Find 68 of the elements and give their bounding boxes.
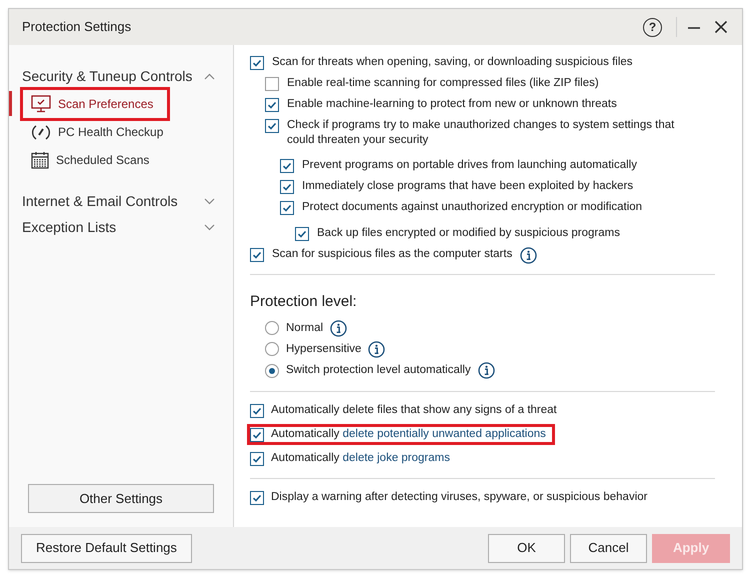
option-label: Scan for threats when opening, saving, or downloading suspicious files: [272, 55, 633, 70]
chevron-up-icon[interactable]: [204, 73, 215, 80]
checkbox[interactable]: [250, 452, 264, 466]
option-label: Automatically delete files that show any signs of a threat: [271, 403, 557, 418]
help-button[interactable]: ?: [643, 18, 662, 36]
checkbox[interactable]: [280, 159, 294, 173]
window-title: Protection Settings: [22, 18, 132, 36]
checkbox[interactable]: [265, 119, 279, 133]
checkmark-icon: [252, 492, 262, 503]
gauge-icon: [31, 122, 51, 140]
option-label: Check if programs try to make unauthorized changes to system settings that could threaten your security: [287, 118, 676, 148]
sidebar-item[interactable]: Scan Preferences: [20, 86, 170, 120]
checkmark-icon: [297, 229, 307, 239]
option-label: Enable real-time scanning for compressed files (like ZIP files): [287, 76, 599, 91]
checkmark-icon: [267, 100, 277, 110]
info-icon[interactable]: [368, 340, 386, 358]
checkmark-icon: [252, 250, 262, 260]
checkbox[interactable]: [250, 56, 264, 70]
ok-button[interactable]: OK: [488, 534, 565, 562]
radio-button[interactable]: [265, 321, 279, 336]
checkmark-icon: [252, 430, 262, 440]
option-label: Normal: [286, 320, 324, 336]
option-label: Prevent programs on portable drives from launching automatically: [302, 158, 637, 173]
option-label: Immediately close programs that have been exploited by hackers: [302, 179, 634, 194]
sidebar-group[interactable]: Exception Lists: [22, 218, 198, 236]
monitor-check-icon: [31, 94, 51, 112]
option-label: Display a warning after detecting viruses, spyware, or suspicious behavior: [271, 490, 648, 506]
checkmark-icon: [282, 203, 292, 213]
checkbox[interactable]: [280, 201, 294, 215]
checkbox[interactable]: [265, 77, 279, 91]
checkmark-icon: [267, 121, 277, 131]
option-label: Scan for suspicious files as the computer starts: [272, 247, 512, 262]
option-label: Back up files encrypted or modified by suspicious programs: [317, 226, 620, 241]
chevron-down-icon[interactable]: [204, 224, 215, 231]
calendar-icon: [31, 150, 49, 168]
radio-button[interactable]: [265, 342, 279, 356]
restore-defaults-button[interactable]: Restore Default Settings: [21, 534, 192, 562]
option-label: Protect documents against unauthorized encryption or modification: [302, 200, 642, 215]
option-link[interactable]: delete potentially unwanted applications: [342, 428, 546, 440]
checkmark-icon: [252, 454, 262, 464]
close-icon[interactable]: [714, 20, 728, 34]
checkbox[interactable]: [250, 428, 264, 442]
checkbox[interactable]: [250, 404, 264, 418]
option-label: Automatically delete joke programs: [271, 451, 450, 466]
checkmark-icon: [252, 406, 262, 416]
other-settings-button[interactable]: Other Settings: [28, 484, 214, 513]
option-label: Hypersensitive: [286, 342, 362, 357]
checkbox[interactable]: [250, 248, 264, 262]
checkbox[interactable]: [250, 490, 264, 505]
option-link[interactable]: delete joke programs: [342, 452, 450, 464]
checkmark-icon: [282, 182, 292, 192]
info-icon[interactable]: [330, 320, 348, 337]
checkmark-icon: [282, 161, 292, 171]
checkbox[interactable]: [265, 98, 279, 112]
info-icon[interactable]: [520, 247, 538, 264]
sidebar-group[interactable]: Security & Tuneup Controls: [22, 67, 198, 85]
checkbox[interactable]: [295, 227, 309, 241]
sidebar-group[interactable]: Internet & Email Controls: [22, 192, 198, 210]
checkmark-icon: [252, 58, 262, 68]
option-label: Enable machine-learning to protect from new or unknown threats: [287, 97, 617, 112]
info-icon[interactable]: [478, 362, 495, 380]
cancel-button[interactable]: Cancel: [570, 534, 647, 562]
checkbox[interactable]: [280, 180, 294, 194]
radio-button[interactable]: [265, 364, 279, 378]
option-label: Automatically delete potentially unwanted applications: [271, 427, 546, 442]
option-label: Switch protection level automatically: [286, 363, 471, 378]
section-heading: Protection level:: [250, 292, 358, 312]
chevron-down-icon[interactable]: [204, 198, 215, 205]
